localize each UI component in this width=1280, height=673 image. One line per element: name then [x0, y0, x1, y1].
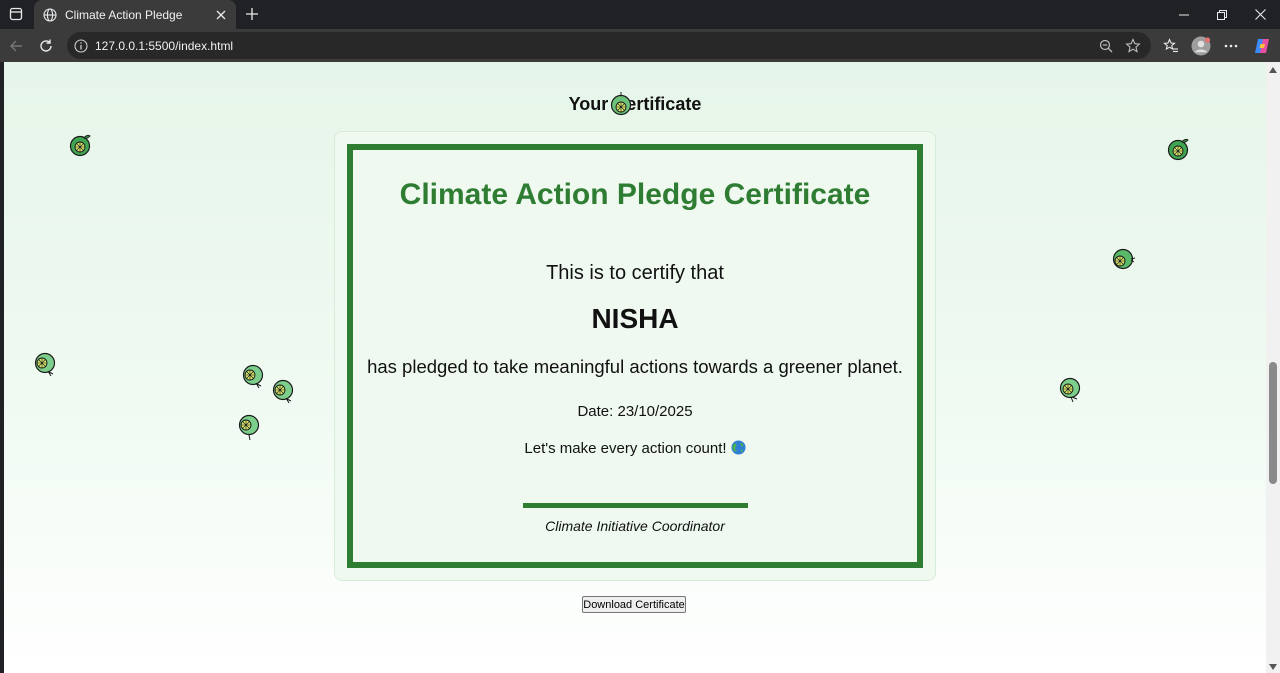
zoom-out-icon[interactable] — [1097, 37, 1115, 55]
scroll-down-arrow-icon[interactable] — [1269, 663, 1277, 671]
lime-icon — [272, 379, 294, 404]
tab-actions-icon[interactable] — [6, 5, 26, 23]
lime-icon — [1167, 138, 1189, 161]
lime-icon — [34, 352, 56, 377]
reload-icon[interactable] — [35, 35, 57, 57]
page-heading: Your Certificate — [568, 94, 702, 114]
globe-icon — [43, 7, 57, 22]
back-icon[interactable] — [5, 35, 27, 57]
lime-icon — [1059, 377, 1081, 403]
certificate-title: Climate Action Pledge Certificate — [399, 178, 871, 211]
recipient-name: NISHA — [591, 303, 679, 334]
lime-icon — [69, 134, 91, 157]
tab-title: Climate Action Pledge — [65, 7, 183, 22]
favorite-star-icon[interactable] — [1124, 37, 1142, 55]
scrollbar-thumb[interactable] — [1269, 362, 1277, 484]
browser-tab[interactable]: Climate Action Pledge — [34, 0, 236, 29]
new-tab-icon[interactable] — [243, 5, 261, 23]
page-viewport: Your Certificate Climate Action Pledge C… — [0, 62, 1266, 673]
browser-toolbar: 127.0.0.1:5500/index.html — [0, 29, 1280, 62]
certificate-date: Date: 23/10/2025 — [577, 403, 693, 420]
call-to-action: Let's make every action count! — [353, 440, 917, 457]
download-certificate-button[interactable]: Download Certificate — [582, 596, 686, 613]
vertical-scrollbar[interactable] — [1266, 62, 1280, 673]
signature-role: Climate Initiative Coordinator — [545, 518, 725, 534]
lime-icon — [1112, 248, 1136, 270]
copilot-icon[interactable] — [1251, 35, 1273, 57]
signature-line — [523, 503, 748, 508]
scroll-up-arrow-icon[interactable] — [1269, 66, 1277, 74]
certificate-border: Climate Action Pledge Certificate This i… — [347, 144, 923, 568]
close-window-icon[interactable] — [1241, 0, 1279, 29]
close-tab-icon[interactable] — [213, 7, 229, 23]
lime-icon — [242, 364, 264, 389]
earth-globe-icon — [731, 440, 746, 455]
profile-avatar-icon[interactable] — [1190, 35, 1212, 57]
restore-icon[interactable] — [1203, 0, 1241, 29]
minimize-icon[interactable] — [1165, 0, 1203, 29]
url-text: 127.0.0.1:5500/index.html — [95, 38, 234, 53]
more-options-icon[interactable] — [1220, 35, 1242, 57]
tab-strip: Climate Action Pledge — [0, 0, 1280, 29]
address-bar[interactable]: 127.0.0.1:5500/index.html — [67, 32, 1151, 59]
site-info-icon[interactable] — [74, 38, 88, 53]
favorites-icon[interactable] — [1160, 35, 1182, 57]
lime-icon — [610, 92, 632, 116]
certificate-card: Climate Action Pledge Certificate This i… — [334, 131, 936, 581]
lime-icon — [238, 414, 260, 440]
certify-text: This is to certify that — [546, 262, 724, 284]
pledge-text: has pledged to take meaningful actions t… — [367, 356, 903, 377]
cta-text: Let's make every action count! — [524, 440, 727, 457]
